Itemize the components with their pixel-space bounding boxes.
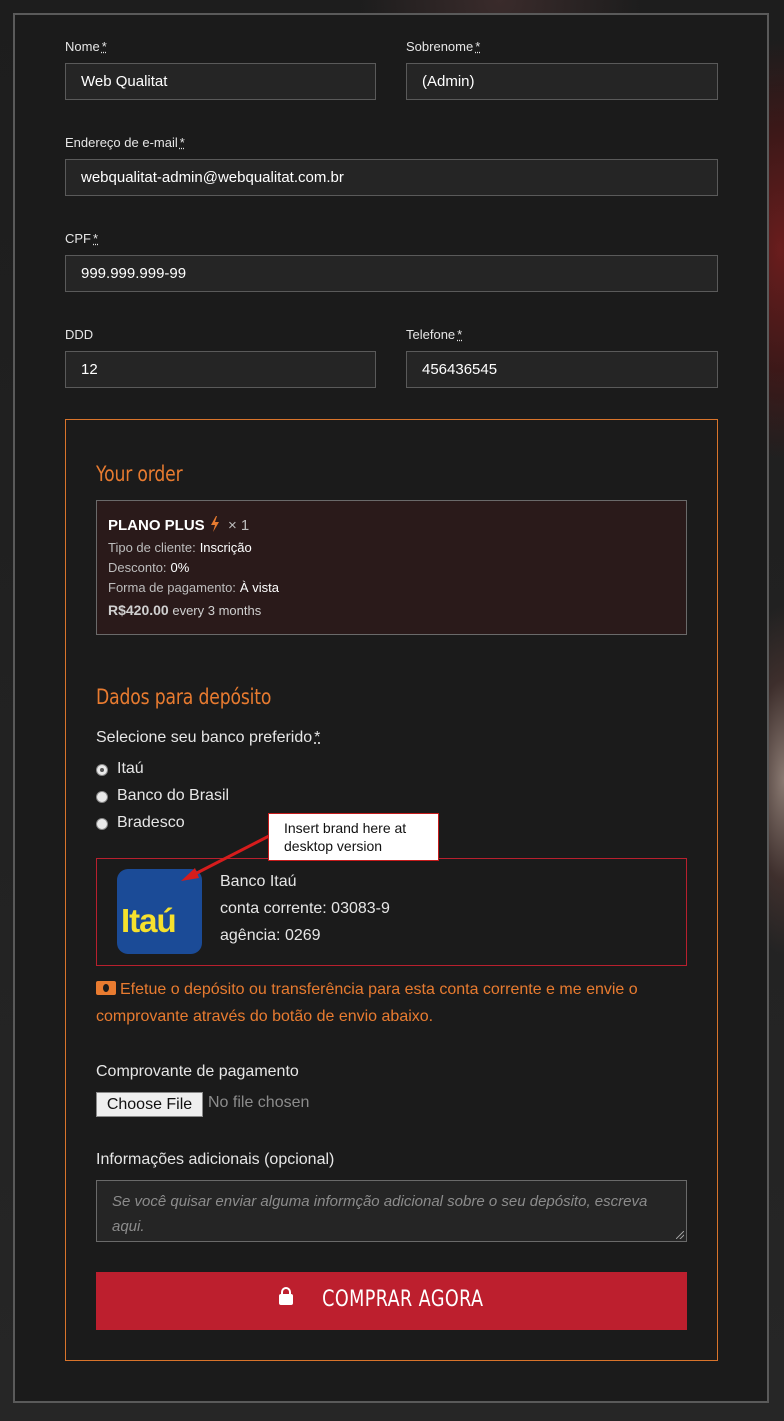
choose-file-button[interactable]: Choose File: [96, 1092, 203, 1117]
callout-line-1: Insert brand here at: [284, 820, 407, 836]
bank-agency: agência: 0269: [220, 927, 321, 944]
bank-option-label: Itaú: [117, 760, 144, 777]
payment-form-line: Forma de pagamento: À vista: [108, 580, 279, 595]
billing-period: every 3 months: [172, 603, 262, 618]
email-field[interactable]: webqualitat-admin@webqualitat.com.br: [65, 159, 718, 196]
first-name-field[interactable]: Web Qualitat: [65, 63, 376, 100]
ddd-label: DDD: [65, 327, 94, 342]
notes-textarea[interactable]: Se você quisar enviar alguma informção a…: [96, 1180, 687, 1242]
buy-now-label: COMPRAR AGORA: [322, 1287, 484, 1312]
resize-grip-icon[interactable]: [676, 1231, 684, 1239]
ddd-field[interactable]: 12: [65, 351, 376, 388]
price: R$420.00: [108, 602, 169, 618]
first-name-label: Nome *: [65, 39, 107, 54]
cpf-field[interactable]: 999.999.999-99: [65, 255, 718, 292]
bank-select-label: Selecione seu banco preferido *: [96, 729, 321, 746]
phone-label: Telefone *: [406, 327, 463, 342]
money-icon: [96, 981, 116, 995]
annotation-callout: Insert brand here at desktop version: [268, 813, 439, 861]
notes-placeholder: Se você quisar enviar alguma informção a…: [112, 1193, 648, 1235]
cpf-label: CPF *: [65, 231, 99, 246]
file-status: No file chosen: [208, 1094, 310, 1111]
deposit-heading: Dados para depósito: [96, 685, 272, 709]
last-name-label: Sobrenome *: [406, 39, 481, 54]
bank-account: conta corrente: 03083-9: [220, 900, 390, 917]
radio-itau[interactable]: [96, 764, 108, 776]
lock-icon: [278, 1287, 293, 1305]
product-name: PLANO PLUS: [108, 517, 205, 534]
bolt-icon: [211, 516, 220, 532]
discount-line: Desconto: 0%: [108, 560, 190, 575]
deposit-notice-text: Efetue o depósito ou transferência para …: [96, 981, 638, 1025]
price-line: R$420.00 every 3 months: [108, 602, 261, 618]
notes-label: Informações adicionais (opcional): [96, 1151, 335, 1168]
email-label: Endereço de e-mail *: [65, 135, 185, 150]
itau-logo-text: Itaú: [121, 902, 177, 939]
callout-line-2: desktop version: [284, 838, 383, 854]
bank-option-label: Banco do Brasil: [117, 787, 230, 804]
order-summary: PLANO PLUS × 1 Tipo de cliente: Inscrição…: [96, 500, 687, 635]
last-name-field[interactable]: (Admin): [406, 63, 718, 100]
radio-banco-do-brasil[interactable]: [96, 791, 108, 803]
client-type-line: Tipo de cliente: Inscrição: [108, 540, 252, 555]
deposit-notice: Efetue o depósito ou transferência para …: [96, 976, 696, 1030]
your-order-heading: Your order: [96, 462, 183, 486]
upload-label: Comprovante de pagamento: [96, 1063, 299, 1080]
phone-field[interactable]: 456436545: [406, 351, 718, 388]
buy-now-button[interactable]: COMPRAR AGORA: [96, 1272, 687, 1330]
product-quantity: × 1: [227, 517, 250, 534]
radio-bradesco[interactable]: [96, 818, 108, 830]
product-line: PLANO PLUS × 1: [108, 516, 249, 534]
